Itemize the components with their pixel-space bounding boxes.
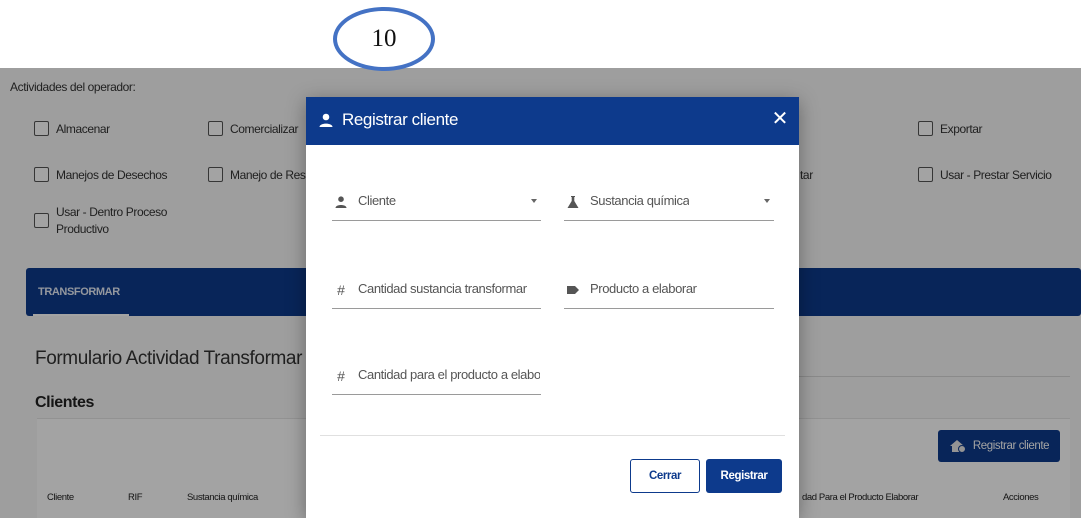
cantidad-transformar-placeholder: Cantidad sustancia transformar [358,281,527,296]
dialog-divider [320,435,785,436]
hash-icon: # [337,282,345,298]
hash-icon: # [337,368,345,384]
sustancia-select[interactable]: Sustancia química [564,187,774,221]
producto-placeholder: Producto a elaborar [590,281,697,296]
cantidad-producto-placeholder: Cantidad para el producto a elabor... [358,367,540,382]
dialog-header: Registrar cliente ✕ [306,97,799,145]
dialog-title: Registrar cliente [342,110,459,129]
screen: Actividades del operador: Almacenar Come… [0,0,1081,518]
cliente-select[interactable]: Cliente [332,187,541,221]
producto-input[interactable]: Producto a elaborar [564,275,774,309]
sustancia-placeholder: Sustancia química [590,193,690,208]
register-client-dialog: Registrar cliente ✕ Cliente Sustancia qu… [306,97,799,518]
person-icon [319,113,333,127]
cantidad-producto-input[interactable]: # Cantidad para el producto a elabor... [332,361,541,395]
register-button[interactable]: Registrar [706,459,782,493]
chevron-down-icon[interactable] [764,199,770,203]
chevron-down-icon[interactable] [531,199,537,203]
cliente-placeholder: Cliente [358,193,396,208]
person-icon [335,196,347,208]
flask-icon [567,196,579,208]
step-number-badge: 10 [333,7,435,71]
label-icon [567,286,579,294]
close-icon[interactable]: ✕ [769,107,791,131]
close-button[interactable]: Cerrar [630,459,700,493]
cantidad-transformar-input[interactable]: # Cantidad sustancia transformar [332,275,541,309]
